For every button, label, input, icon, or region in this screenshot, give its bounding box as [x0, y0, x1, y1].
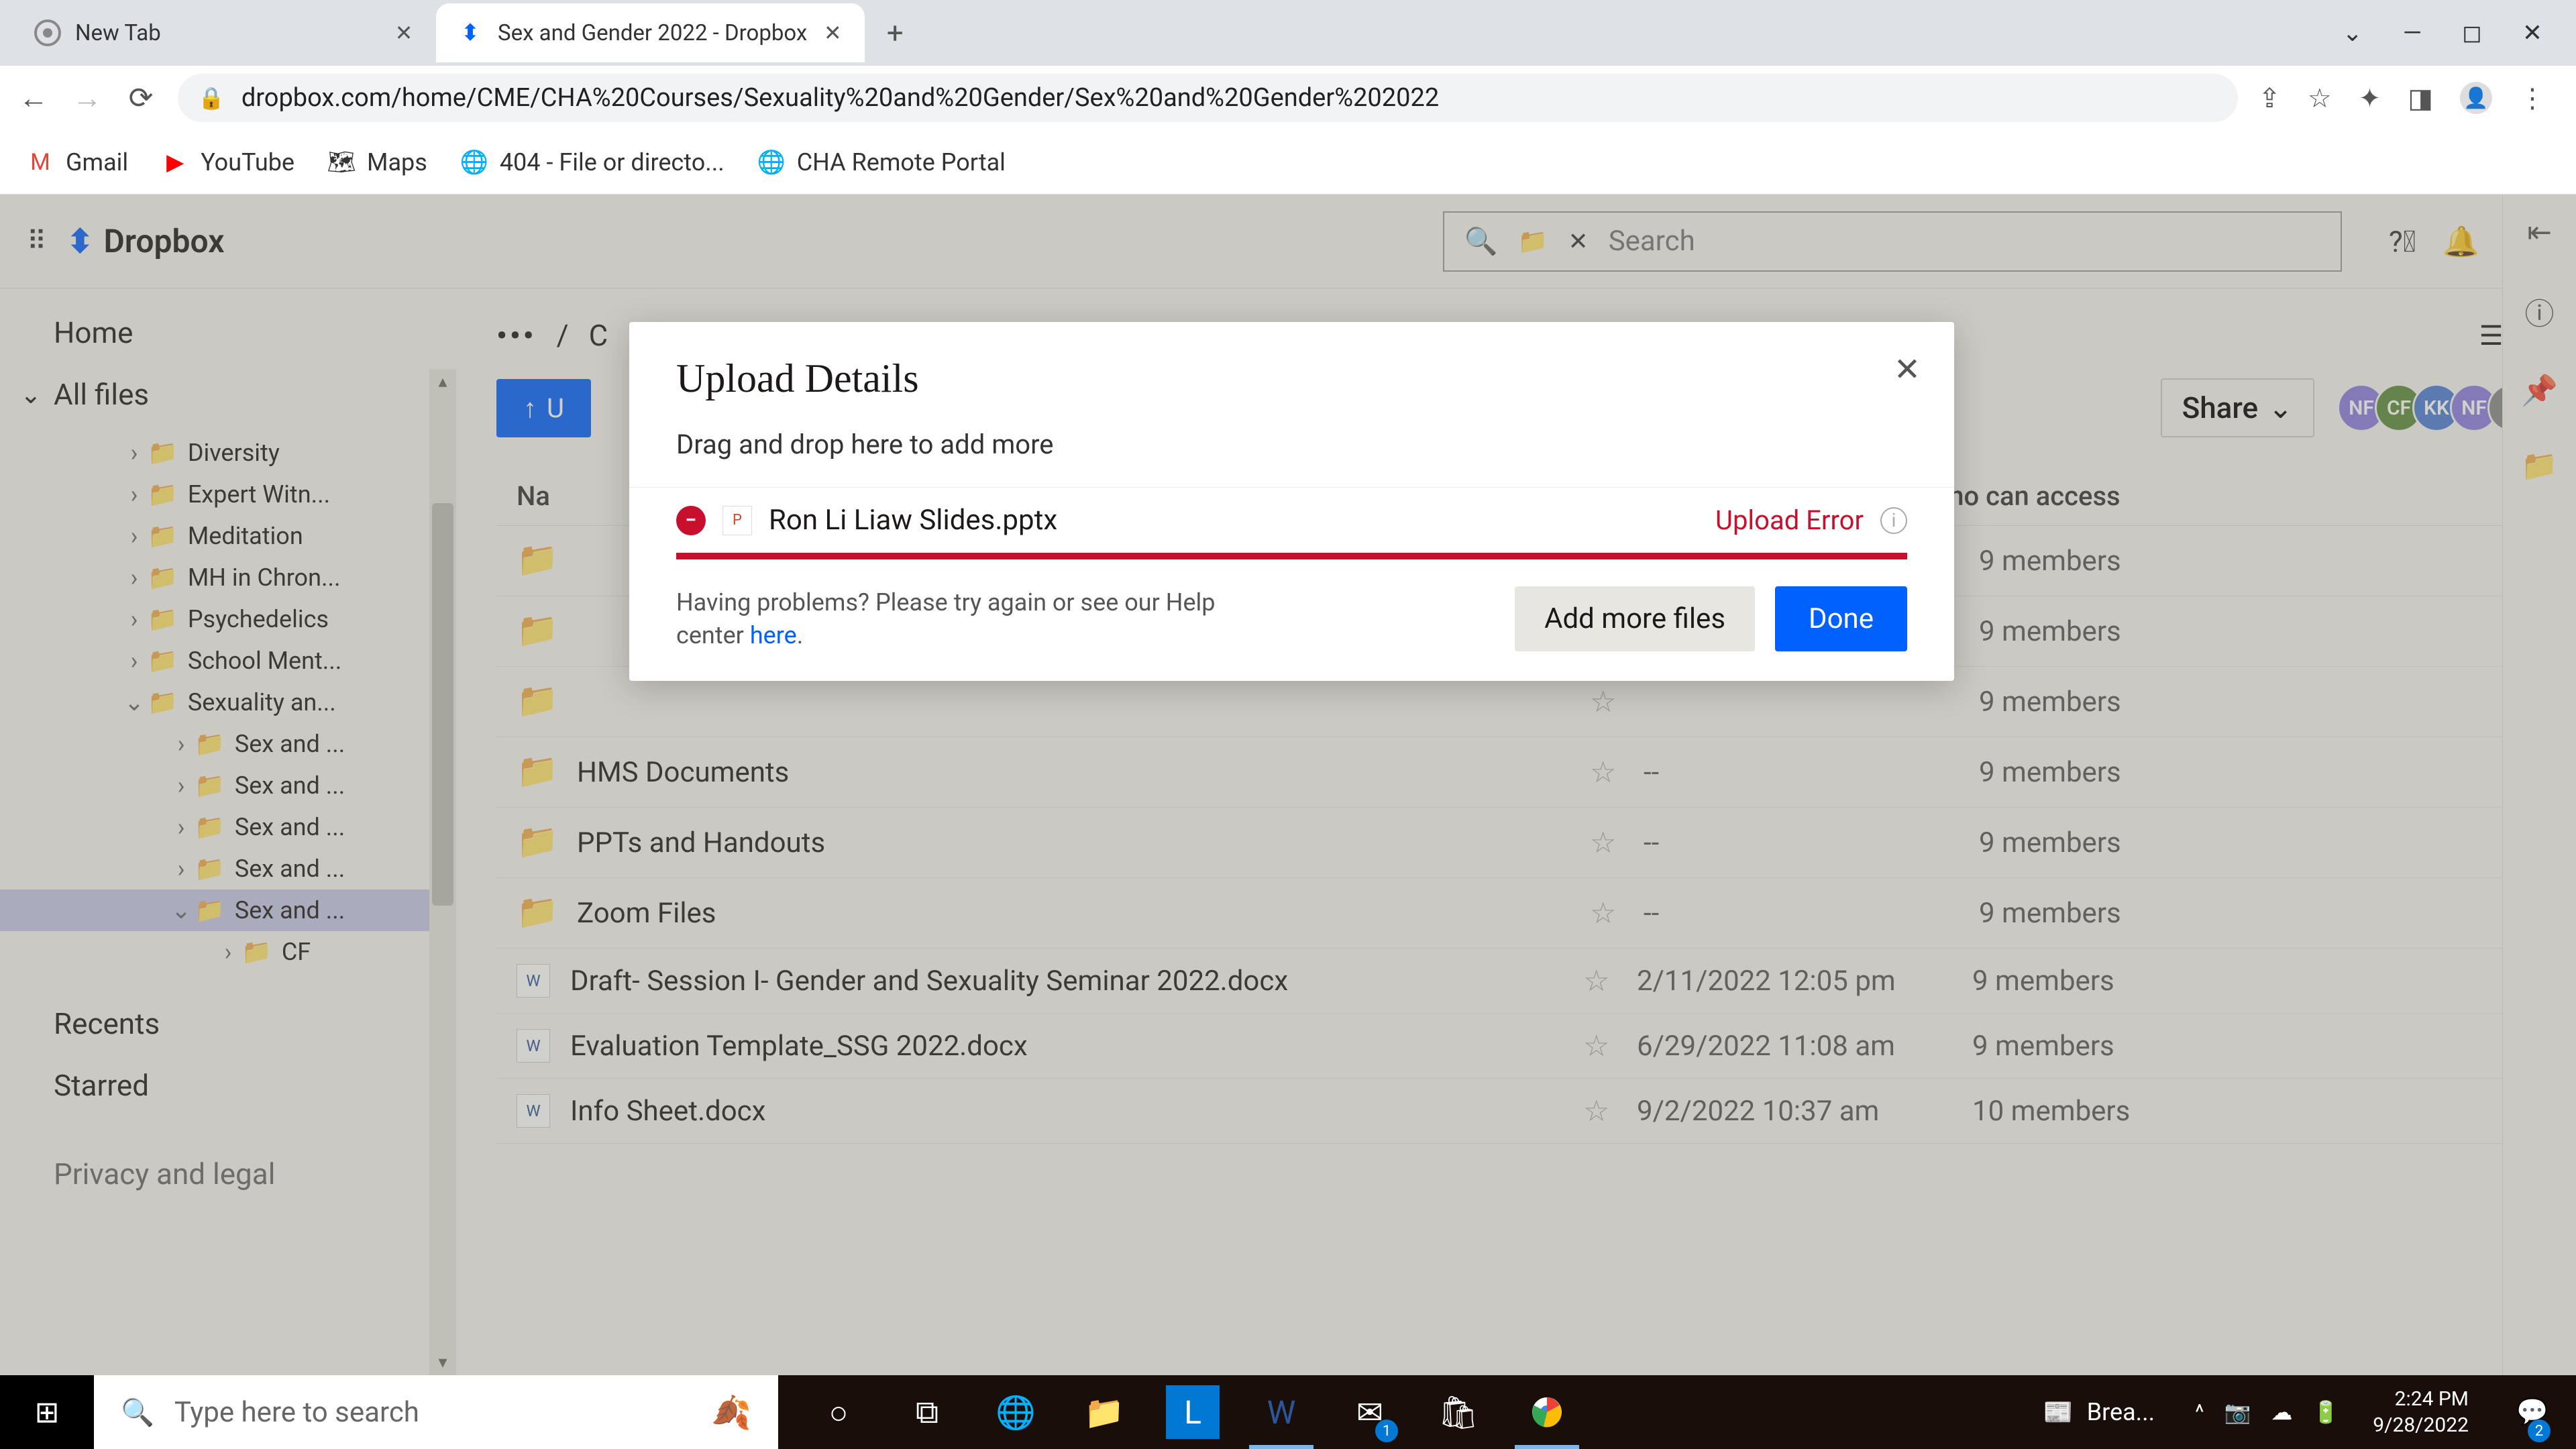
globe-icon: 🌐: [461, 149, 488, 176]
bookmark-youtube[interactable]: ▶ YouTube: [162, 148, 294, 176]
modal-footer: Having problems? Please try again or see…: [629, 559, 1954, 681]
browser-tab-dropbox[interactable]: ⬍ Sex and Gender 2022 - Dropbox ✕: [436, 3, 865, 62]
info-icon[interactable]: i: [1880, 507, 1907, 534]
gmail-icon: M: [27, 149, 54, 176]
forward-button[interactable]: →: [70, 81, 104, 115]
window-controls: ⌄ — ◻ ✕: [2343, 19, 2576, 47]
browser-chrome: New Tab ✕ ⬍ Sex and Gender 2022 - Dropbo…: [0, 0, 2576, 195]
modal-header: Upload Details ✕: [629, 322, 1954, 415]
bookmark-maps[interactable]: 🗺 Maps: [328, 148, 427, 176]
maps-icon: 🗺: [328, 149, 355, 176]
upload-item: − P Ron Li Liaw Slides.pptx Upload Error…: [629, 487, 1954, 553]
tray-chevron-icon[interactable]: ^: [2195, 1399, 2204, 1425]
upload-details-modal: Upload Details ✕ Drag and drop here to a…: [629, 322, 1954, 681]
menu-icon[interactable]: ⋮: [2519, 83, 2546, 114]
url-text: dropbox.com/home/CME/CHA%20Courses/Sexua…: [241, 83, 2218, 113]
new-tab-button[interactable]: +: [871, 9, 918, 56]
back-button[interactable]: ←: [17, 81, 50, 115]
error-icon: −: [676, 506, 706, 535]
mail-badge: 1: [1375, 1419, 1398, 1442]
reload-button[interactable]: ⟳: [124, 81, 158, 115]
search-decoration-icon: 🍂: [711, 1393, 751, 1432]
bookmark-404[interactable]: 🌐 404 - File or directo...: [461, 148, 724, 176]
extensions-icon[interactable]: ✦: [2359, 83, 2381, 114]
taskbar-right: 📰 Brea... ^ 📷 ☁ 🔋 2:24 PM 9/28/2022 💬2: [2023, 1375, 2576, 1449]
bookmarks-bar: M Gmail ▶ YouTube 🗺 Maps 🌐 404 - File or…: [0, 130, 2576, 195]
upload-progress-bar: [676, 553, 1907, 559]
chrome-icon[interactable]: [1507, 1375, 1587, 1449]
word-icon[interactable]: W: [1241, 1375, 1322, 1449]
star-icon[interactable]: ☆: [2308, 83, 2332, 114]
sidepanel-icon[interactable]: ◨: [2408, 83, 2433, 114]
close-modal-button[interactable]: ✕: [1887, 349, 1927, 389]
share-icon[interactable]: ⇪: [2258, 83, 2281, 114]
tab-bar: New Tab ✕ ⬍ Sex and Gender 2022 - Dropbo…: [0, 0, 2576, 66]
bookmark-gmail[interactable]: M Gmail: [27, 148, 128, 176]
close-tab-icon[interactable]: ✕: [392, 21, 416, 45]
close-tab-icon[interactable]: ✕: [820, 21, 845, 45]
youtube-icon: ▶: [162, 149, 189, 176]
battery-icon[interactable]: 🔋: [2312, 1399, 2339, 1425]
modal-subtitle: Drag and drop here to add more: [629, 415, 1954, 487]
start-button[interactable]: ⊞: [0, 1375, 94, 1449]
news-icon: 📰: [2043, 1398, 2074, 1426]
powerpoint-icon: P: [722, 506, 752, 535]
bookmark-cha[interactable]: 🌐 CHA Remote Portal: [758, 148, 1006, 176]
mail-icon[interactable]: ✉1: [1330, 1375, 1410, 1449]
app-l-icon[interactable]: L: [1166, 1385, 1220, 1439]
store-icon[interactable]: 🛍: [1418, 1375, 1499, 1449]
maximize-icon[interactable]: ◻: [2462, 19, 2482, 47]
url-actions: ⇪ ☆ ✦ ◨ 👤 ⋮: [2258, 82, 2559, 114]
add-more-files-button[interactable]: Add more files: [1515, 586, 1755, 651]
help-text: Having problems? Please try again or see…: [676, 586, 1280, 651]
meet-now-icon[interactable]: 📷: [2224, 1399, 2251, 1425]
dropbox-app: ⠿ ⬍ Dropbox 🔍 📁 ✕ ?⃝ 🔔 NF Home All files…: [0, 195, 2576, 1375]
address-bar[interactable]: 🔒 dropbox.com/home/CME/CHA%20Courses/Sex…: [178, 74, 2238, 122]
chrome-icon: [34, 19, 62, 47]
search-icon: 🔍: [121, 1397, 154, 1428]
notif-badge: 2: [2528, 1419, 2551, 1442]
dropbox-icon: ⬍: [456, 19, 484, 47]
upload-filename: Ron Li Liaw Slides.pptx: [769, 504, 1699, 537]
done-button[interactable]: Done: [1775, 586, 1907, 651]
modal-title: Upload Details: [676, 356, 1907, 402]
globe-icon: 🌐: [758, 149, 785, 176]
tab-label: New Tab: [75, 20, 378, 46]
help-link[interactable]: here: [750, 621, 797, 649]
taskbar-search-placeholder: Type here to search: [174, 1396, 419, 1429]
onedrive-icon[interactable]: ☁: [2271, 1399, 2292, 1425]
taskbar-apps: ○ ⧉ 🌐 📁 L W ✉1 🛍: [798, 1375, 1587, 1449]
close-window-icon[interactable]: ✕: [2522, 19, 2542, 47]
taskbar-clock[interactable]: 2:24 PM 9/28/2022: [2359, 1386, 2482, 1438]
taskbar-search[interactable]: 🔍 Type here to search 🍂: [94, 1375, 778, 1449]
browser-tab-newtab[interactable]: New Tab ✕: [13, 3, 436, 62]
tab-label: Sex and Gender 2022 - Dropbox: [498, 20, 807, 46]
profile-icon[interactable]: 👤: [2460, 82, 2492, 114]
upload-error-text: Upload Error: [1715, 504, 1864, 536]
tabs-dropdown-icon[interactable]: ⌄: [2343, 19, 2363, 47]
system-tray: ^ 📷 ☁ 🔋: [2195, 1399, 2339, 1425]
task-view-icon[interactable]: ⧉: [887, 1375, 967, 1449]
minimize-icon[interactable]: —: [2403, 19, 2422, 47]
windows-taskbar: ⊞ 🔍 Type here to search 🍂 ○ ⧉ 🌐 📁 L W ✉1…: [0, 1375, 2576, 1449]
news-widget[interactable]: 📰 Brea...: [2023, 1398, 2175, 1426]
edge-icon[interactable]: 🌐: [975, 1375, 1056, 1449]
action-center-icon[interactable]: 💬2: [2502, 1375, 2563, 1449]
file-explorer-icon[interactable]: 📁: [1064, 1375, 1144, 1449]
cortana-icon[interactable]: ○: [798, 1375, 879, 1449]
url-bar: ← → ⟳ 🔒 dropbox.com/home/CME/CHA%20Cours…: [0, 66, 2576, 130]
lock-icon: 🔒: [198, 85, 225, 111]
